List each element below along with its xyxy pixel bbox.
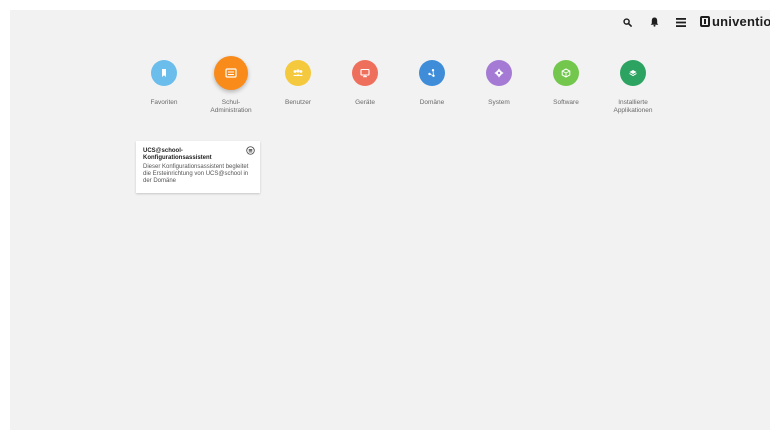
- umc-app: univention Favoriten Schul- Administrati…: [10, 10, 770, 430]
- category-circle: [620, 60, 646, 86]
- search-icon[interactable]: [620, 15, 634, 29]
- category-circle: [214, 56, 248, 90]
- top-header: univention: [10, 10, 770, 32]
- category-label: Installierte Applikationen: [613, 99, 653, 114]
- bookmark-icon: [162, 69, 166, 77]
- category-domaene[interactable]: Domäne: [397, 60, 467, 107]
- favorite-toggle-icon[interactable]: [246, 146, 255, 155]
- univention-logo[interactable]: univention: [700, 12, 770, 30]
- apps-icon: [629, 70, 637, 77]
- logo-text: univention: [712, 13, 770, 29]
- module-tile-ucsschool-wizard[interactable]: UCS@school- Konfigurationsassistent Dies…: [136, 141, 260, 193]
- category-benutzer[interactable]: Benutzer: [263, 60, 333, 107]
- box-icon: [561, 68, 571, 78]
- gear-icon: [494, 68, 504, 78]
- category-geraete[interactable]: Geräte: [330, 60, 400, 107]
- tile-description: Dieser Konfigurationsassistent begleitet…: [143, 164, 249, 184]
- category-label: Benutzer: [284, 99, 312, 106]
- category-installierte-applikationen[interactable]: Installierte Applikationen: [598, 60, 668, 115]
- category-label: Software: [553, 99, 579, 106]
- category-circle: [486, 60, 512, 86]
- category-circle: [285, 60, 311, 86]
- monitor-icon: [360, 68, 370, 78]
- category-circle: [419, 60, 445, 86]
- domain-icon: [428, 69, 435, 77]
- category-label: Domäne: [419, 99, 445, 106]
- category-circle: [352, 60, 378, 86]
- category-schul-administration[interactable]: Schul- Administration: [196, 56, 266, 115]
- category-label: System: [488, 99, 510, 106]
- menu-icon[interactable]: [674, 15, 688, 29]
- category-circle: [553, 60, 579, 86]
- category-circle: [151, 60, 177, 86]
- category-favoriten[interactable]: Favoriten: [129, 60, 199, 107]
- category-bar: Favoriten Schul- Administration Benutzer…: [10, 56, 770, 130]
- category-label: Geräte: [355, 99, 375, 106]
- category-label: Favoriten: [150, 99, 178, 106]
- school-admin-icon: [225, 68, 237, 78]
- category-label: Schul- Administration: [210, 99, 252, 114]
- univention-logo-icon: [700, 15, 710, 27]
- tile-title: UCS@school- Konfigurationsassistent: [143, 148, 212, 161]
- category-system[interactable]: System: [464, 60, 534, 107]
- bell-icon[interactable]: [647, 15, 661, 29]
- users-icon: [293, 69, 303, 76]
- category-software[interactable]: Software: [531, 60, 601, 107]
